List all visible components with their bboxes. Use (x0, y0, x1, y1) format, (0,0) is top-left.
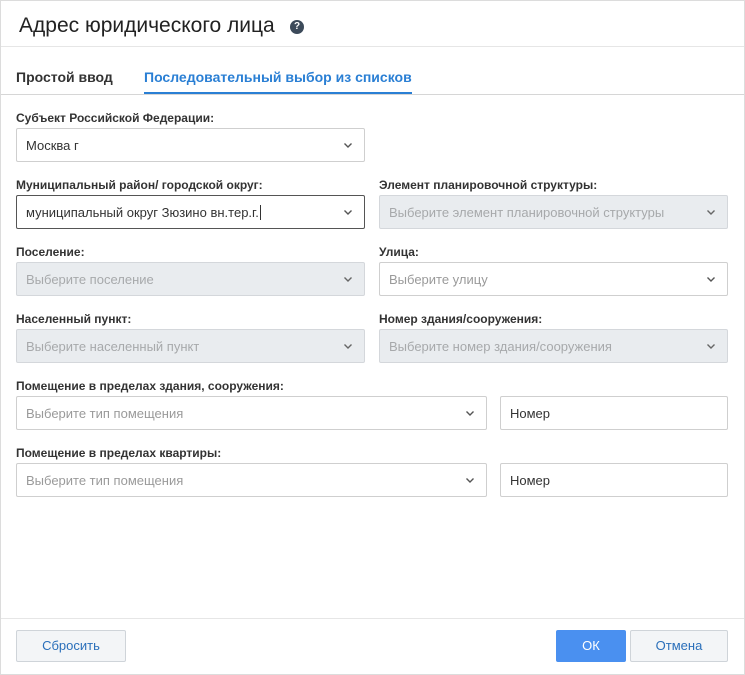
room-building-type-placeholder: Выберите тип помещения (26, 406, 184, 421)
building-label: Номер здания/сооружения: (379, 312, 543, 326)
room-apartment-number-input[interactable]: Номер (500, 463, 728, 497)
chevron-down-icon (341, 138, 355, 152)
planning-element-select: Выберите элемент планировочной структуры (379, 195, 728, 229)
chevron-down-icon (341, 205, 355, 219)
street-label: Улица: (379, 245, 419, 259)
text-cursor (259, 205, 261, 220)
planning-element-placeholder: Выберите элемент планировочной структуры (389, 205, 665, 220)
room-building-number-input[interactable]: Номер (500, 396, 728, 430)
street-placeholder: Выберите улицу (389, 272, 488, 287)
dialog-title: Адрес юридического лица (19, 14, 275, 37)
building-select: Выберите номер здания/сооружения (379, 329, 728, 363)
municipal-label: Муниципальный район/ городской округ: (16, 178, 263, 192)
chevron-down-icon (341, 339, 355, 353)
settlement-placeholder: Выберите поселение (26, 272, 154, 287)
locality-select: Выберите населенный пункт (16, 329, 365, 363)
municipal-value-wrap: муниципальный округ Зюзино вн.тер.г. (26, 205, 261, 220)
locality-placeholder: Выберите населенный пункт (26, 339, 200, 354)
chevron-down-icon (704, 205, 718, 219)
chevron-down-icon (704, 272, 718, 286)
ok-button[interactable]: ОК (556, 630, 626, 662)
locality-label: Населенный пункт: (16, 312, 132, 326)
street-select[interactable]: Выберите улицу (379, 262, 728, 296)
dialog-footer: Сбросить ОК Отмена (1, 618, 744, 675)
room-apartment-label: Помещение в пределах квартиры: (16, 446, 222, 460)
room-apartment-type-placeholder: Выберите тип помещения (26, 473, 184, 488)
chevron-down-icon (463, 473, 477, 487)
chevron-down-icon (704, 339, 718, 353)
building-placeholder: Выберите номер здания/сооружения (389, 339, 612, 354)
subject-label: Субъект Российской Федерации: (16, 111, 215, 125)
question-circle-icon[interactable]: ? (290, 20, 304, 34)
municipal-select[interactable]: муниципальный округ Зюзино вн.тер.г. (16, 195, 365, 229)
cancel-button[interactable]: Отмена (630, 630, 728, 662)
subject-select[interactable]: Москва г (16, 128, 365, 162)
reset-button[interactable]: Сбросить (16, 630, 126, 662)
subject-value: Москва г (26, 138, 79, 153)
room-building-number-placeholder: Номер (510, 406, 551, 421)
chevron-down-icon (463, 406, 477, 420)
planning-element-label: Элемент планировочной структуры: (379, 178, 598, 192)
municipal-value: муниципальный округ Зюзино вн.тер.г. (26, 205, 259, 220)
tab-sequential-selection[interactable]: Последовательный выбор из списков (144, 69, 412, 94)
room-apartment-number-placeholder: Номер (510, 473, 551, 488)
dialog-header: Адрес юридического лица ? (1, 1, 744, 47)
tab-simple-input[interactable]: Простой ввод (16, 69, 113, 85)
room-building-type-select[interactable]: Выберите тип помещения (16, 396, 487, 430)
chevron-down-icon (341, 272, 355, 286)
room-apartment-type-select[interactable]: Выберите тип помещения (16, 463, 487, 497)
settlement-label: Поселение: (16, 245, 85, 259)
tab-bar: Простой ввод Последовательный выбор из с… (1, 47, 744, 95)
settlement-select: Выберите поселение (16, 262, 365, 296)
address-dialog: Адрес юридического лица ? Простой ввод П… (0, 0, 745, 675)
room-building-label: Помещение в пределах здания, сооружения: (16, 379, 284, 393)
